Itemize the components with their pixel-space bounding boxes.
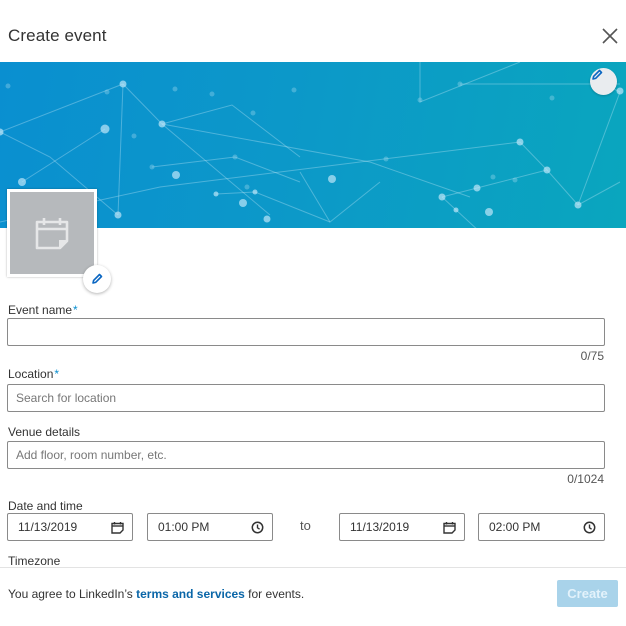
- venue-label: Venue details: [8, 425, 81, 439]
- calendar-icon: [111, 521, 124, 534]
- close-button[interactable]: [600, 26, 620, 46]
- event-name-label-text: Event name: [8, 303, 73, 317]
- start-time-value: 01:00 PM: [158, 520, 210, 534]
- terms-prefix: You agree to LinkedIn’s: [8, 587, 137, 601]
- to-label: to: [300, 518, 311, 533]
- terms-notice: You agree to LinkedIn’s terms and servic…: [8, 587, 304, 601]
- dialog-title: Create event: [8, 26, 107, 45]
- end-date-picker[interactable]: 11/13/2019: [339, 513, 465, 541]
- end-time-picker[interactable]: 02:00 PM: [478, 513, 605, 541]
- close-icon: [602, 28, 618, 44]
- event-name-label: Event name*: [8, 303, 78, 317]
- start-time-picker[interactable]: 01:00 PM: [147, 513, 273, 541]
- terms-link[interactable]: terms and services: [136, 587, 245, 601]
- event-name-counter: 0/75: [580, 349, 604, 363]
- edit-logo-button[interactable]: [83, 265, 111, 293]
- venue-counter: 0/1024: [567, 472, 604, 486]
- terms-suffix: for events.: [244, 587, 305, 601]
- calendar-icon: [443, 521, 456, 534]
- edit-cover-button[interactable]: [590, 68, 617, 95]
- location-label-text: Location: [8, 367, 54, 381]
- location-label: Location*: [8, 367, 59, 381]
- end-time-value: 02:00 PM: [489, 520, 541, 534]
- dialog-footer: You agree to LinkedIn’s terms and servic…: [0, 567, 626, 626]
- start-date-picker[interactable]: 11/13/2019: [7, 513, 133, 541]
- clock-icon: [583, 521, 596, 533]
- event-logo: [7, 189, 97, 277]
- location-input[interactable]: [7, 384, 605, 412]
- date-time-label: Date and time: [8, 499, 83, 513]
- create-button[interactable]: Create: [557, 580, 618, 607]
- dialog-header: Create event: [0, 0, 626, 62]
- venue-input[interactable]: [7, 441, 605, 469]
- pencil-icon: [92, 273, 103, 284]
- logo-placeholder: [10, 192, 94, 274]
- required-mark: *: [54, 367, 60, 381]
- event-name-input[interactable]: [7, 318, 605, 346]
- start-date-value: 11/13/2019: [18, 520, 78, 534]
- pencil-icon: [592, 69, 603, 80]
- timezone-label: Timezone: [8, 554, 61, 568]
- end-date-value: 11/13/2019: [350, 520, 410, 534]
- clock-icon: [251, 521, 264, 533]
- required-mark: *: [73, 303, 78, 317]
- calendar-icon: [35, 218, 69, 250]
